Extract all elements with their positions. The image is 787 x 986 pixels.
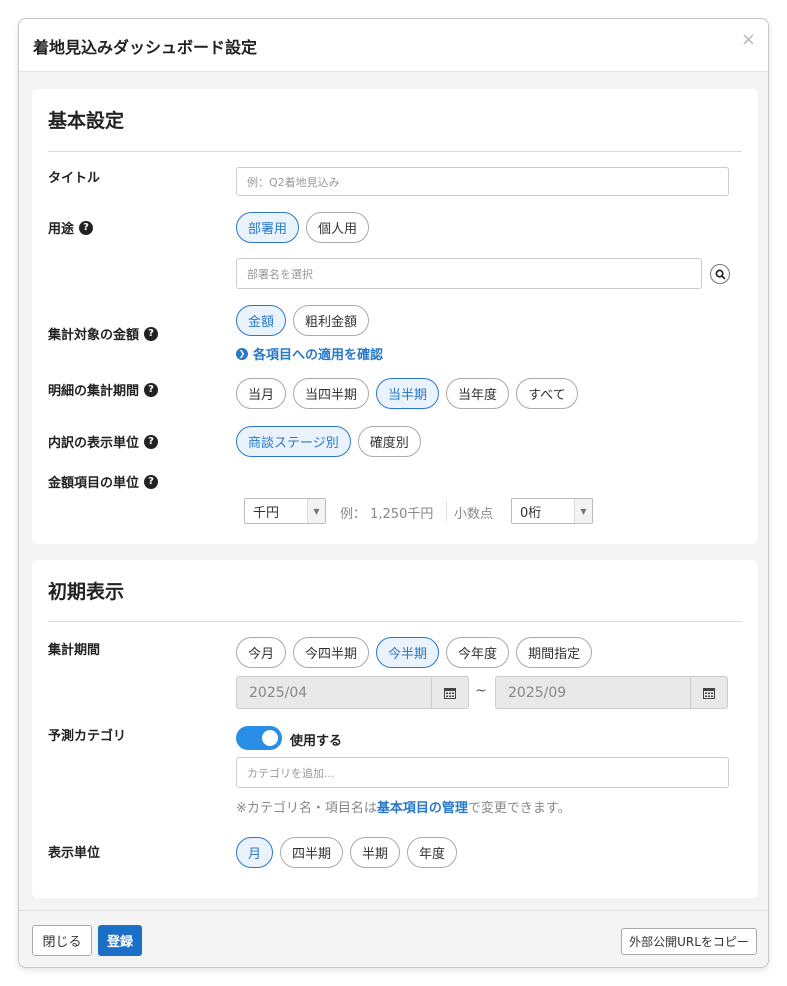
search-button[interactable]: [710, 264, 730, 284]
category-input[interactable]: カテゴリを追加...: [236, 757, 729, 788]
help-icon[interactable]: ?: [144, 474, 159, 489]
initial-period-options: 今月 今四半期 今半期 今年度 期間指定: [236, 637, 593, 668]
breakdown-label: 内訳の表示単位 ?: [48, 432, 159, 451]
option-pill[interactable]: 半期: [350, 837, 401, 868]
display-unit-label: 表示単位: [48, 842, 100, 861]
option-pill[interactable]: 今月: [236, 637, 287, 668]
date-range-separator: ~: [475, 683, 487, 699]
title-label-text: タイトル: [48, 171, 101, 186]
unit-label: 金額項目の単位 ?: [48, 472, 159, 491]
basic-settings-heading: 基本設定: [48, 110, 125, 132]
chevron-down-icon: ▼: [574, 499, 592, 523]
apply-check-link-text: 各項目への適用を確認: [253, 348, 384, 363]
option-pill[interactable]: 確度別: [357, 426, 421, 457]
option-pill[interactable]: 商談ステージ別: [236, 426, 351, 457]
option-pill[interactable]: すべて: [516, 378, 578, 409]
title-input[interactable]: 例：Q2着地見込み: [236, 167, 729, 196]
unit-example: 例： 1,250千円: [340, 503, 433, 522]
dialog-footer: 閉じる 登録 外部公開URLをコピー: [19, 910, 768, 967]
option-pill[interactable]: 月: [236, 837, 274, 868]
apply-check-link[interactable]: ❯ 各項目への適用を確認: [236, 344, 383, 363]
date-from-field[interactable]: 2025/04: [236, 676, 469, 709]
help-icon[interactable]: ?: [79, 220, 94, 235]
category-label-text: 予測カテゴリ: [48, 729, 127, 744]
unit-example-text: 例： 1,250千円: [340, 507, 434, 522]
calendar-icon[interactable]: [431, 677, 468, 708]
option-pill[interactable]: 当半期: [376, 378, 440, 409]
category-placeholder: カテゴリを追加...: [247, 766, 335, 780]
date-to-value: 2025/09: [508, 684, 567, 701]
date-from-value: 2025/04: [249, 684, 308, 701]
breakdown-options: 商談ステージ別 確度別: [236, 426, 421, 457]
usage-options: 部署用 個人用: [236, 212, 370, 243]
usage-label: 用途 ?: [48, 218, 94, 237]
close-icon[interactable]: ×: [741, 31, 756, 49]
initial-display-heading: 初期表示: [48, 581, 125, 603]
option-pill[interactable]: 個人用: [306, 212, 370, 243]
search-icon: [715, 269, 725, 279]
unit-select-value: 千円: [253, 505, 280, 521]
display-unit-options: 月四半期 半期 年度: [236, 837, 458, 868]
toggle-knob: [262, 730, 278, 746]
option-pill[interactable]: 今半期: [376, 637, 440, 668]
unit-label-text: 金額項目の単位: [48, 476, 140, 491]
category-toggle-label: 使用する: [290, 734, 343, 749]
option-pill[interactable]: 今年度: [446, 637, 510, 668]
settings-dialog: 着地見込みダッシュボード設定 × 基本設定 タイトル 例：Q2着地見込み 用途 …: [18, 18, 769, 968]
chevron-right-icon: ❯: [236, 347, 248, 360]
option-pill[interactable]: 当四半期: [293, 378, 370, 409]
period-label: 集計期間: [48, 639, 100, 658]
calendar-icon[interactable]: [690, 677, 727, 708]
basic-items-link[interactable]: 基本項目の管理: [377, 801, 468, 816]
option-pill[interactable]: 部署用: [236, 212, 300, 243]
dialog-title: 着地見込みダッシュボード設定: [33, 38, 258, 57]
option-pill[interactable]: 金額: [236, 305, 287, 336]
basic-settings-card: 基本設定 タイトル 例：Q2着地見込み 用途 ? 部署用 個人用 部署名を選択 集…: [32, 89, 758, 544]
chevron-down-icon: ▼: [307, 499, 325, 523]
option-pill[interactable]: 粗利金額: [293, 305, 370, 336]
category-label: 予測カテゴリ: [48, 725, 126, 744]
divider: [48, 621, 742, 622]
divider: [446, 501, 447, 521]
category-note: ※カテゴリ名・項目名は基本項目の管理で変更できます。: [236, 797, 571, 816]
decimal-select-value: 0桁: [520, 505, 542, 521]
title-label: タイトル: [48, 167, 100, 186]
title-input-placeholder: 例：Q2着地見込み: [247, 175, 340, 189]
help-icon[interactable]: ?: [144, 326, 159, 341]
period-label-text: 明細の集計期間: [48, 384, 140, 399]
option-pill[interactable]: 当月: [236, 378, 287, 409]
option-pill[interactable]: 今四半期: [293, 637, 370, 668]
usage-label-text: 用途: [48, 222, 75, 237]
divider: [48, 151, 742, 152]
display-unit-label-text: 表示単位: [48, 846, 101, 861]
amount-label: 集計対象の金額 ?: [48, 324, 159, 343]
period-options: 当月 当四半期 当半期 当年度 すべて: [236, 378, 578, 409]
close-button[interactable]: 閉じる: [32, 925, 92, 956]
date-to-field[interactable]: 2025/09: [495, 676, 728, 709]
submit-button[interactable]: 登録: [98, 925, 142, 956]
period-label-text: 集計期間: [48, 643, 101, 658]
option-pill[interactable]: 四半期: [280, 837, 344, 868]
category-toggle[interactable]: [236, 726, 282, 750]
decimal-label: 小数点: [454, 507, 494, 522]
dialog-header: 着地見込みダッシュボード設定 ×: [19, 19, 768, 72]
initial-display-card: 初期表示 集計期間 今月 今四半期 今半期 今年度 期間指定 2025/04 ~ 202…: [32, 560, 758, 898]
unit-select[interactable]: 千円 ▼: [244, 498, 326, 524]
note-prefix: ※カテゴリ名・項目名は: [236, 801, 377, 816]
department-select[interactable]: 部署名を選択: [236, 258, 702, 289]
breakdown-label-text: 内訳の表示単位: [48, 436, 140, 451]
help-icon[interactable]: ?: [144, 382, 159, 397]
amount-options: 金額 粗利金額: [236, 305, 370, 336]
department-placeholder: 部署名を選択: [247, 267, 313, 281]
option-pill[interactable]: 期間指定: [516, 637, 593, 668]
copy-url-button[interactable]: 外部公開URLをコピー: [621, 928, 757, 955]
note-suffix: で変更できます。: [467, 801, 571, 816]
period-label: 明細の集計期間 ?: [48, 380, 159, 399]
option-pill[interactable]: 当年度: [446, 378, 510, 409]
amount-label-text: 集計対象の金額: [48, 328, 140, 343]
option-pill[interactable]: 年度: [407, 837, 458, 868]
decimal-select[interactable]: 0桁 ▼: [511, 498, 593, 524]
help-icon[interactable]: ?: [144, 434, 159, 449]
